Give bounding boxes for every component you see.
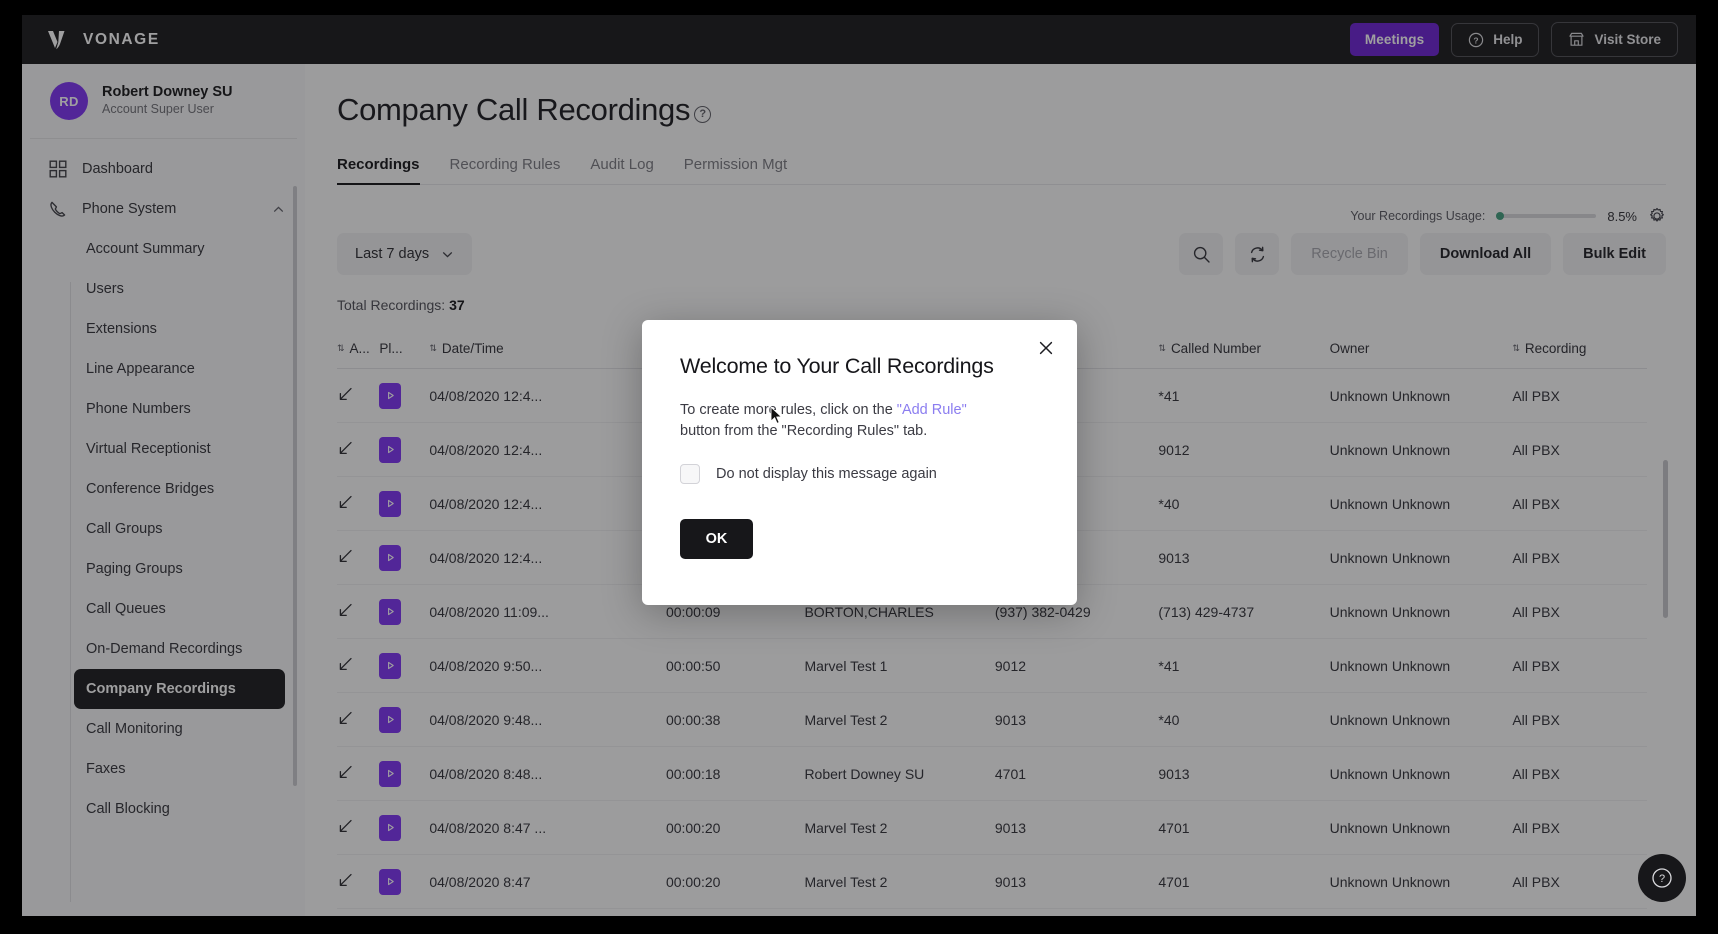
help-fab-button[interactable]: ? [1638, 854, 1686, 902]
modal-title: Welcome to Your Call Recordings [680, 354, 994, 378]
welcome-modal: Welcome to Your Call Recordings To creat… [642, 320, 1077, 605]
do-not-display-checkbox[interactable] [680, 464, 700, 485]
modal-close-button[interactable] [1035, 337, 1057, 359]
modal-body-part1: To create more rules, click on the [680, 402, 897, 418]
do-not-display-label: Do not display this message again [716, 466, 937, 483]
add-rule-link[interactable]: "Add Rule" [897, 402, 967, 418]
modal-body: To create more rules, click on the "Add … [680, 400, 1039, 442]
ok-button[interactable]: OK [680, 519, 753, 560]
question-circle-icon: ? [1652, 868, 1672, 888]
do-not-display-row: Do not display this message again [680, 464, 1039, 485]
svg-text:?: ? [1659, 873, 1665, 885]
modal-body-part2: button from the "Recording Rules" tab. [680, 423, 928, 440]
close-icon [1039, 341, 1053, 355]
mouse-cursor [770, 406, 783, 425]
app-root: VONAGE Meetings ? Help Visit Store RD Ro… [0, 0, 1718, 934]
